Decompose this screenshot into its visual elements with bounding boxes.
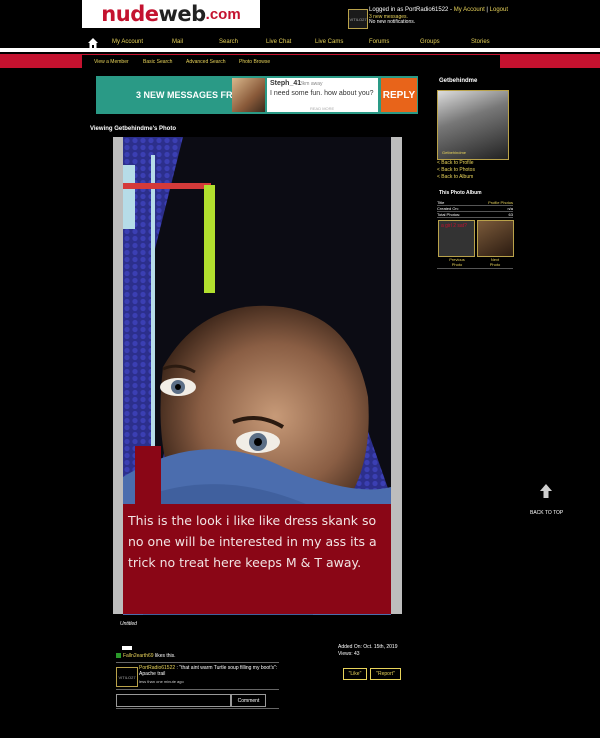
likes-suffix: likes this. bbox=[153, 653, 176, 659]
back-to-profile-link[interactable]: < Back to Profile bbox=[437, 160, 474, 166]
album-row-label: Created On: bbox=[437, 206, 459, 211]
logo-text-nude: nude bbox=[101, 2, 159, 26]
album-row-label: Title bbox=[437, 200, 445, 205]
page-title: Viewing Getbehindme's Photo bbox=[90, 126, 176, 132]
likes-line: Falln2earth69 likes this. bbox=[116, 653, 176, 659]
comment-avatar[interactable]: VITILO27 bbox=[116, 667, 138, 687]
ad-message-text: I need some fun. how about you? bbox=[270, 90, 374, 97]
comment-bubble-icon bbox=[122, 646, 132, 650]
back-to-top-link[interactable]: BACK TO TOP bbox=[530, 510, 563, 516]
nav-live-chat[interactable]: Live Chat bbox=[266, 39, 291, 45]
ad-sender-photo bbox=[232, 78, 265, 112]
thumbs-up-icon bbox=[116, 653, 121, 659]
profile-title: Getbehindme bbox=[439, 78, 478, 84]
back-to-album-link[interactable]: < Back to Album bbox=[437, 174, 473, 180]
user-avatar-text: VITILO27 bbox=[349, 16, 367, 22]
album-row-value: 63 bbox=[508, 212, 513, 217]
nav-live-cams[interactable]: Live Cams bbox=[315, 39, 343, 45]
profile-photo-label[interactable]: Getbehindme bbox=[442, 150, 466, 155]
views-count: Views: 43 bbox=[338, 651, 360, 657]
comment-button[interactable]: Comment bbox=[231, 694, 266, 707]
logo-text-com: .com bbox=[205, 5, 241, 23]
report-button[interactable]: "Report" bbox=[370, 668, 401, 680]
nav-mail[interactable]: Mail bbox=[172, 39, 183, 45]
previous-thumb-text: a girl 2 sat? bbox=[441, 223, 467, 229]
header-divider bbox=[0, 48, 600, 52]
nav-search[interactable]: Search bbox=[219, 39, 238, 45]
comment-time: less than one minute ago bbox=[139, 679, 184, 684]
logout-link[interactable]: Logout bbox=[490, 7, 508, 13]
divider bbox=[437, 268, 513, 269]
comment-text: PortRadio61522 : "that aint warm Turtle … bbox=[139, 665, 279, 677]
divider bbox=[116, 689, 279, 690]
added-on-date: Added On: Oct. 15th, 2019 bbox=[338, 644, 398, 650]
ad-headline: 3 NEW MESSAGES FROM bbox=[136, 90, 248, 100]
subnav-basic-search[interactable]: Basic Search bbox=[143, 59, 172, 65]
login-status: Logged in as PortRadio61522 - My Account… bbox=[369, 7, 508, 13]
subnav-photo-browse[interactable]: Photo Browse bbox=[239, 59, 270, 65]
album-title: This Photo Album bbox=[439, 190, 482, 196]
photo-caption: This is the look i like like dress skank… bbox=[128, 513, 377, 570]
ad-sender-name: Steph_41 bbox=[270, 80, 302, 87]
likes-user-link[interactable]: Falln2earth69 bbox=[123, 653, 154, 659]
comment-avatar-text: VITILO27 bbox=[118, 674, 136, 680]
home-icon[interactable] bbox=[88, 38, 98, 48]
arrow-up-icon[interactable] bbox=[538, 483, 554, 499]
subnav-advanced-search[interactable]: Advanced Search bbox=[186, 59, 225, 65]
divider bbox=[116, 662, 279, 663]
ad-distance: 3km away bbox=[300, 81, 323, 87]
logged-in-text: Logged in as PortRadio61522 - bbox=[369, 7, 454, 13]
site-logo[interactable]: nude web .com bbox=[82, 0, 260, 28]
album-row-label: Total Photos: bbox=[437, 212, 461, 217]
nav-stories[interactable]: Stories bbox=[471, 39, 490, 45]
nav-my-account[interactable]: My Account bbox=[112, 39, 143, 45]
next-photo-link[interactable]: Next Photo bbox=[488, 257, 502, 267]
next-photo-thumb[interactable] bbox=[477, 220, 514, 257]
like-button[interactable]: "Like" bbox=[343, 668, 367, 680]
user-avatar[interactable]: VITILO27 bbox=[348, 9, 368, 29]
ad-reply-button[interactable]: REPLY bbox=[381, 78, 417, 112]
subnav-view-member[interactable]: View a Member bbox=[94, 59, 129, 65]
nav-groups[interactable]: Groups bbox=[420, 39, 440, 45]
comment-input[interactable] bbox=[116, 694, 231, 707]
ad-read-more[interactable]: READ MORE bbox=[310, 106, 334, 111]
my-account-link[interactable]: My Account bbox=[454, 7, 485, 13]
previous-photo-link[interactable]: Previous Photo bbox=[446, 257, 468, 267]
logo-text-web: web bbox=[158, 2, 206, 26]
previous-photo-thumb[interactable]: a girl 2 sat? bbox=[438, 220, 475, 257]
photo-title: Untitled bbox=[120, 621, 137, 627]
divider bbox=[116, 708, 279, 709]
sub-nav: View a Member Basic Search Advanced Sear… bbox=[82, 55, 500, 68]
notifications-text: No new notifications. bbox=[369, 19, 416, 25]
album-row-total: Total Photos: 63 bbox=[437, 212, 513, 218]
nav-forums[interactable]: Forums bbox=[369, 39, 389, 45]
album-title-link[interactable]: Profile Photos bbox=[488, 200, 513, 205]
back-to-photos-link[interactable]: < Back to Photos bbox=[437, 167, 475, 173]
album-row-value: n/a bbox=[507, 206, 513, 211]
